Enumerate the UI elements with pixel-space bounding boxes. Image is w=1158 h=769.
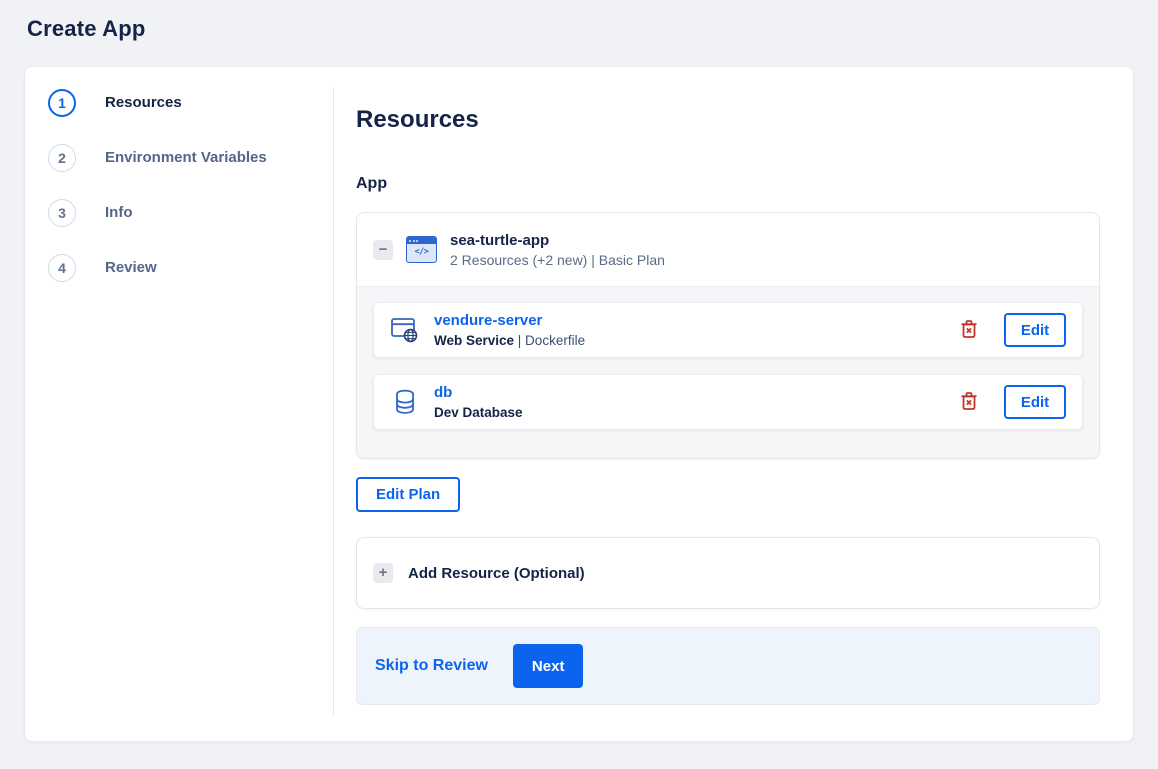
step-resources[interactable]: 1 Resources: [48, 75, 334, 130]
delete-resource-button[interactable]: [958, 317, 980, 344]
app-icon-titlebar: [407, 237, 436, 244]
wizard-footer: Skip to Review Next: [356, 627, 1100, 705]
app-card: − </> sea-turtle-app 2 Resources (+2 new…: [356, 212, 1100, 459]
page-title: Create App: [27, 16, 146, 41]
resource-source: | Dockerfile: [514, 333, 586, 348]
delete-resource-button[interactable]: [958, 389, 980, 416]
expand-add-resource-button[interactable]: +: [373, 563, 393, 583]
add-resource-label: Add Resource (Optional): [408, 564, 585, 582]
wizard-stepper: 1 Resources 2 Environment Variables 3 In…: [25, 67, 334, 741]
resource-type-line: Dev Database: [434, 405, 944, 420]
add-resource-section[interactable]: + Add Resource (Optional): [356, 537, 1100, 609]
step-review[interactable]: 4 Review: [48, 240, 334, 295]
edit-plan-button[interactable]: Edit Plan: [356, 477, 461, 512]
step-number-badge: 1: [48, 88, 76, 117]
step-label: Environment Variables: [105, 149, 267, 166]
skip-to-review-link[interactable]: Skip to Review: [375, 657, 488, 675]
step-number-badge: 2: [48, 143, 76, 172]
app-section-label: App: [356, 175, 388, 192]
resource-texts: vendure-server Web Service | Dockerfile: [434, 312, 944, 348]
resource-row: db Dev Database Edit: [373, 374, 1083, 430]
resource-texts: db Dev Database: [434, 384, 944, 420]
step-label: Resources: [105, 94, 182, 111]
step-number-badge: 3: [48, 198, 76, 227]
create-app-wizard-card: 1 Resources 2 Environment Variables 3 In…: [24, 66, 1134, 742]
resource-name-link[interactable]: vendure-server: [434, 312, 542, 329]
app-titles: sea-turtle-app 2 Resources (+2 new) | Ba…: [450, 232, 665, 268]
step-content: Resources App − </> sea-turtle-app 2 Res…: [334, 67, 1133, 741]
resource-type: Web Service: [434, 333, 515, 348]
minus-icon: −: [378, 240, 388, 258]
resource-type-line: Web Service | Dockerfile: [434, 333, 944, 348]
resource-type: Dev Database: [434, 405, 523, 420]
app-icon: </>: [406, 236, 437, 263]
content-heading: Resources: [356, 106, 479, 133]
trash-icon: [960, 319, 978, 342]
edit-resource-button[interactable]: Edit: [1004, 385, 1066, 419]
step-label: Info: [105, 204, 133, 221]
step-environment-variables[interactable]: 2 Environment Variables: [48, 130, 334, 185]
collapse-app-button[interactable]: −: [373, 239, 393, 260]
step-label: Review: [105, 259, 157, 276]
app-name: sea-turtle-app: [450, 231, 550, 249]
app-resource-list: vendure-server Web Service | Dockerfile: [357, 286, 1099, 458]
edit-resource-button[interactable]: Edit: [1004, 313, 1066, 347]
resource-name-link[interactable]: db: [434, 384, 452, 401]
step-info[interactable]: 3 Info: [48, 185, 334, 240]
app-summary: 2 Resources (+2 new) | Basic Plan: [450, 251, 665, 268]
database-icon: [390, 388, 420, 416]
code-brackets-icon: </>: [414, 247, 429, 257]
app-card-header: − </> sea-turtle-app 2 Resources (+2 new…: [357, 213, 1099, 286]
web-service-icon: [390, 316, 420, 344]
trash-icon: [960, 391, 978, 414]
resource-row: vendure-server Web Service | Dockerfile: [373, 302, 1083, 358]
next-button[interactable]: Next: [512, 644, 584, 688]
plus-icon: +: [378, 564, 388, 581]
step-number-badge: 4: [48, 253, 76, 282]
